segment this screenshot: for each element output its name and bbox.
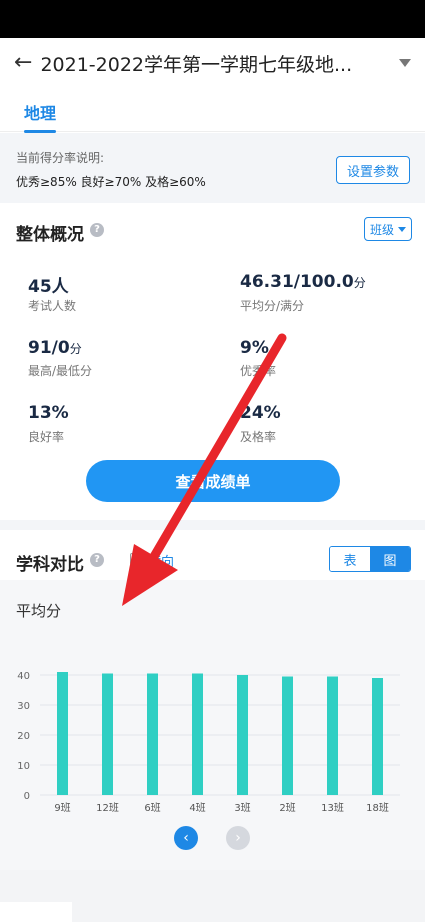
x-tick-label: 13班 [321,802,344,814]
title-dropdown-icon[interactable] [399,59,411,67]
y-tick-label: 40 [17,671,30,682]
help-icon[interactable]: ? [90,553,104,567]
chart-view-button[interactable]: 图 [370,547,410,571]
y-tick-label: 20 [17,731,30,742]
stat-label: 良好率 [28,430,65,444]
y-tick-label: 30 [17,701,30,712]
overview-title: 整体概况 [16,225,84,245]
bottom-card [0,902,72,922]
bar[interactable] [102,673,113,796]
next-page-icon[interactable]: › [226,826,250,850]
subject-tabs: 地理 [0,88,425,133]
x-tick-label: 3班 [234,802,250,814]
stat-label: 考试人数 [28,299,77,313]
x-tick-label: 6班 [144,802,160,814]
stat-label: 最高/最低分 [28,364,93,378]
bar-chart: 0 10 20 30 40 9班 12班 6班 4班 3班 2班 13班 18班 [17,671,400,814]
x-tick-label: 18班 [366,802,389,814]
section-divider [0,520,425,530]
header-bar: ← 2021-2022学年第一学期七年级地... [0,38,425,88]
horizontal-checkbox-label: 横向 [148,555,175,570]
stat-label: 优秀率 [240,364,277,378]
stat-value: 13% [28,403,69,423]
bar[interactable] [327,676,338,796]
x-tick-label: 12班 [96,802,119,814]
x-tick-label: 9班 [54,802,70,814]
stat-value: 24% [240,403,281,423]
x-tick-label: 2班 [279,802,295,814]
page-title: 2021-2022学年第一学期七年级地... [40,53,353,76]
chart-metric-label: 平均分 [16,602,62,620]
y-tick-label: 10 [17,761,30,772]
bar[interactable] [147,673,158,796]
bar[interactable] [237,675,248,795]
bar[interactable] [282,676,293,796]
note-title: 当前得分率说明: [16,151,105,165]
note-text: 优秀≥85% 良好≥70% 及格≥60% [16,175,206,189]
bar[interactable] [57,672,68,795]
class-filter-label: 班级 [369,222,394,237]
compare-title: 学科对比 [16,555,84,575]
set-params-button[interactable]: 设置参数 [336,156,410,184]
stat-value: 45人 [28,277,69,297]
stat-value: 9% [240,338,269,358]
horizontal-checkbox[interactable] [130,553,142,565]
prev-page-icon[interactable]: ‹ [174,826,198,850]
x-tick-label: 4班 [189,802,205,814]
table-view-button[interactable]: 表 [330,547,370,571]
bar[interactable] [192,673,203,796]
help-icon[interactable]: ? [90,223,104,237]
y-tick-label: 0 [24,791,30,802]
chart-panel: 平均分 0 10 20 30 40 9班 12班 6班 4班 3班 2班 13班 18班 ‹ › [0,580,425,870]
stat-label: 平均分/满分 [240,299,305,313]
stat-label: 及格率 [240,430,277,444]
stat-value: 91/0分 [28,338,82,358]
class-filter-button[interactable]: 班级 [364,217,412,241]
view-toggle: 表 图 [329,546,411,572]
view-scores-button[interactable]: 查看成绩单 [86,460,340,502]
tab-geography[interactable]: 地理 [24,100,56,124]
status-bar [0,0,425,38]
back-arrow-icon[interactable]: ← [14,52,32,74]
bar[interactable] [372,678,383,795]
chevron-down-icon [398,226,406,232]
stat-value: 46.31/100.0分 [240,272,366,292]
